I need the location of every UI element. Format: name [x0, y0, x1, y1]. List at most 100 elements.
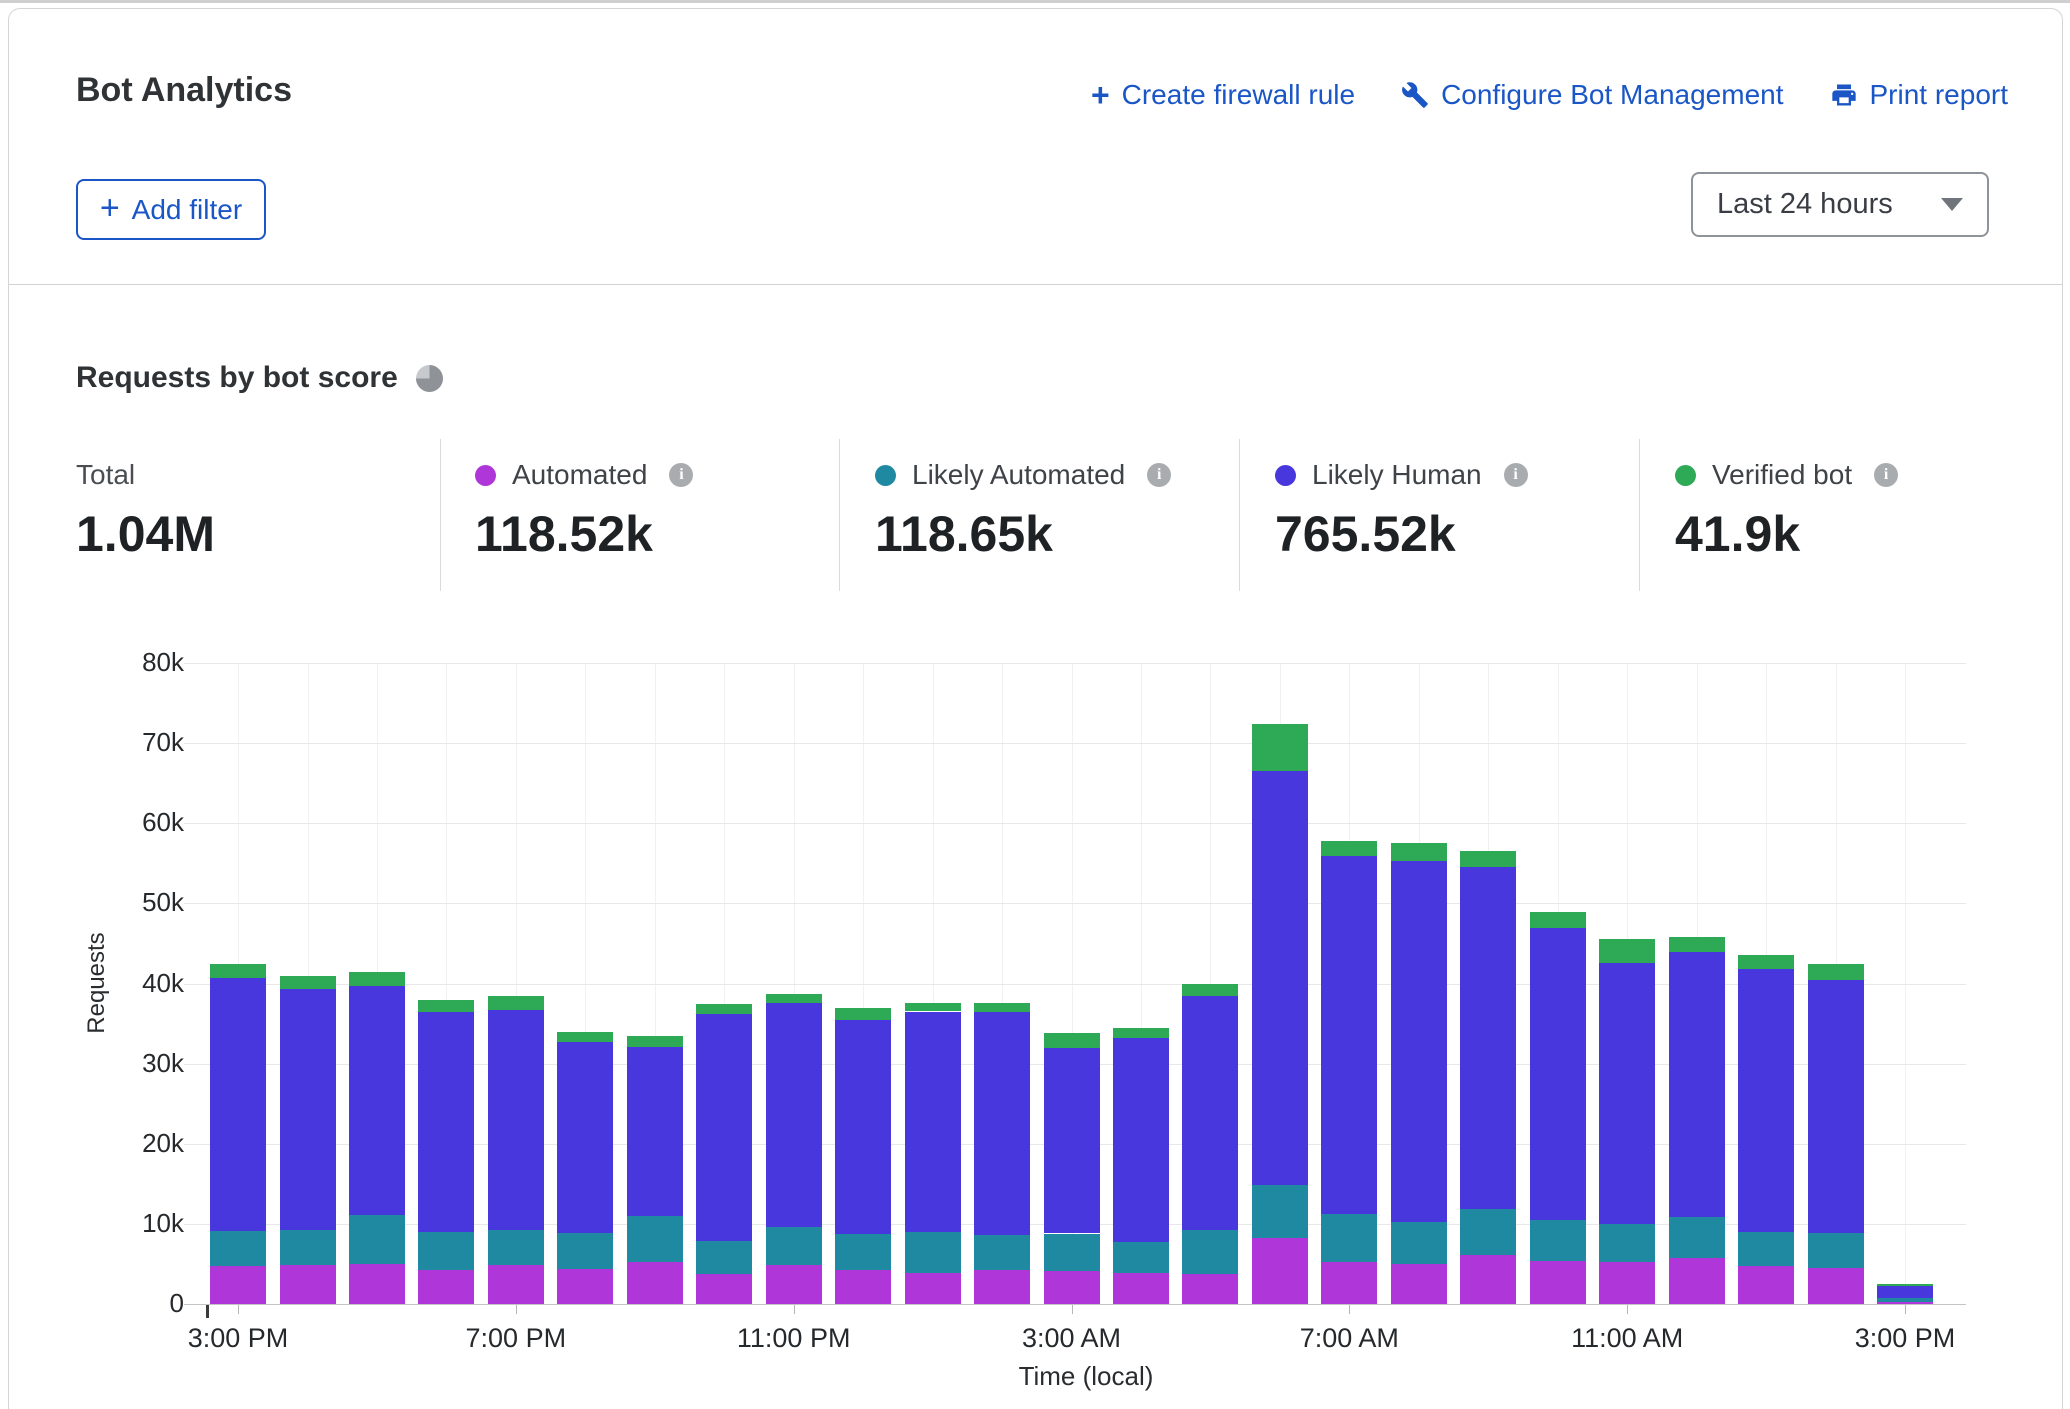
bar-segment-verified_bot[interactable] — [835, 1008, 891, 1020]
bar-segment-automated[interactable] — [1113, 1273, 1169, 1304]
bar-segment-likely_human[interactable] — [1391, 861, 1447, 1222]
bar-segment-likely_automated[interactable] — [280, 1230, 336, 1265]
bar-segment-likely_automated[interactable] — [766, 1227, 822, 1265]
bar-segment-verified_bot[interactable] — [488, 996, 544, 1010]
bar-segment-verified_bot[interactable] — [696, 1004, 752, 1014]
bar-segment-likely_human[interactable] — [1877, 1286, 1933, 1299]
bar-segment-likely_human[interactable] — [1669, 952, 1725, 1216]
bar-segment-verified_bot[interactable] — [1877, 1284, 1933, 1286]
bar-segment-verified_bot[interactable] — [1252, 724, 1308, 771]
bar-segment-verified_bot[interactable] — [1738, 955, 1794, 969]
bar-segment-verified_bot[interactable] — [1530, 912, 1586, 928]
bar-segment-likely_human[interactable] — [1113, 1038, 1169, 1242]
bar-segment-automated[interactable] — [1530, 1261, 1586, 1304]
bar-segment-verified_bot[interactable] — [766, 994, 822, 1003]
bar-segment-automated[interactable] — [1738, 1266, 1794, 1305]
bar-segment-verified_bot[interactable] — [1321, 841, 1377, 856]
bar-segment-likely_human[interactable] — [1252, 771, 1308, 1184]
bar-segment-likely_automated[interactable] — [905, 1232, 961, 1273]
bar-segment-automated[interactable] — [418, 1270, 474, 1305]
bar-segment-likely_automated[interactable] — [557, 1233, 613, 1269]
bar-segment-verified_bot[interactable] — [1182, 984, 1238, 996]
bar-segment-likely_human[interactable] — [1182, 996, 1238, 1231]
bar-segment-automated[interactable] — [1391, 1264, 1447, 1304]
bar-segment-automated[interactable] — [488, 1265, 544, 1304]
bar-segment-automated[interactable] — [1877, 1302, 1933, 1304]
bar-segment-verified_bot[interactable] — [349, 972, 405, 986]
bar-segment-likely_human[interactable] — [1808, 980, 1864, 1233]
bar-segment-likely_automated[interactable] — [1391, 1222, 1447, 1264]
bar-segment-likely_human[interactable] — [766, 1003, 822, 1227]
bar-segment-likely_automated[interactable] — [1738, 1232, 1794, 1266]
bar-segment-likely_human[interactable] — [349, 986, 405, 1215]
bar-segment-verified_bot[interactable] — [1391, 843, 1447, 861]
bar-segment-verified_bot[interactable] — [280, 976, 336, 990]
bar-segment-likely_automated[interactable] — [1460, 1209, 1516, 1256]
bar-segment-likely_human[interactable] — [905, 1012, 961, 1232]
bar-segment-likely_human[interactable] — [835, 1020, 891, 1234]
bar-segment-likely_automated[interactable] — [1321, 1214, 1377, 1261]
bar-segment-automated[interactable] — [905, 1273, 961, 1304]
bar-segment-automated[interactable] — [1599, 1262, 1655, 1304]
bar-segment-automated[interactable] — [1460, 1255, 1516, 1304]
bar-segment-likely_automated[interactable] — [1669, 1217, 1725, 1259]
bar-segment-verified_bot[interactable] — [627, 1036, 683, 1046]
bar-segment-verified_bot[interactable] — [557, 1032, 613, 1042]
bar-segment-likely_automated[interactable] — [210, 1231, 266, 1266]
bar-segment-likely_human[interactable] — [1530, 928, 1586, 1220]
bar-segment-automated[interactable] — [835, 1270, 891, 1305]
bar-segment-automated[interactable] — [210, 1266, 266, 1304]
bar-segment-automated[interactable] — [1044, 1271, 1100, 1304]
bar-segment-likely_human[interactable] — [557, 1042, 613, 1233]
bar-segment-verified_bot[interactable] — [974, 1003, 1030, 1013]
bar-segment-automated[interactable] — [1182, 1274, 1238, 1304]
bar-segment-likely_human[interactable] — [418, 1012, 474, 1232]
bar-segment-automated[interactable] — [280, 1265, 336, 1304]
bar-segment-verified_bot[interactable] — [1808, 964, 1864, 980]
bar-segment-automated[interactable] — [557, 1269, 613, 1304]
bar-segment-likely_human[interactable] — [210, 978, 266, 1231]
bar-segment-likely_human[interactable] — [488, 1010, 544, 1230]
bar-segment-verified_bot[interactable] — [1113, 1028, 1169, 1038]
bar-segment-verified_bot[interactable] — [905, 1003, 961, 1012]
bar-segment-likely_human[interactable] — [1599, 963, 1655, 1224]
bar-segment-likely_human[interactable] — [280, 989, 336, 1230]
bar-segment-likely_human[interactable] — [696, 1014, 752, 1241]
bar-segment-likely_automated[interactable] — [488, 1230, 544, 1265]
bar-segment-automated[interactable] — [974, 1270, 1030, 1304]
bar-segment-automated[interactable] — [627, 1262, 683, 1305]
bar-segment-automated[interactable] — [696, 1274, 752, 1304]
bar-segment-likely_automated[interactable] — [1044, 1234, 1100, 1272]
bar-segment-likely_automated[interactable] — [1808, 1233, 1864, 1268]
bar-segment-likely_human[interactable] — [1044, 1048, 1100, 1233]
bar-segment-likely_automated[interactable] — [696, 1241, 752, 1274]
bar-segment-automated[interactable] — [766, 1265, 822, 1304]
bar-segment-likely_automated[interactable] — [1252, 1185, 1308, 1239]
bar-segment-likely_automated[interactable] — [1530, 1220, 1586, 1261]
bar-segment-automated[interactable] — [1321, 1262, 1377, 1305]
bar-segment-likely_human[interactable] — [974, 1012, 1030, 1235]
bar-segment-likely_human[interactable] — [1738, 969, 1794, 1232]
bar-segment-automated[interactable] — [1669, 1258, 1725, 1304]
bar-segment-likely_automated[interactable] — [1877, 1298, 1933, 1301]
bar-segment-likely_automated[interactable] — [1182, 1230, 1238, 1273]
bar-segment-likely_automated[interactable] — [1599, 1224, 1655, 1263]
bar-segment-automated[interactable] — [349, 1264, 405, 1304]
bar-segment-likely_human[interactable] — [1460, 867, 1516, 1208]
bar-segment-likely_automated[interactable] — [418, 1232, 474, 1270]
bar-segment-automated[interactable] — [1808, 1268, 1864, 1304]
bar-segment-verified_bot[interactable] — [418, 1000, 474, 1013]
bar-segment-verified_bot[interactable] — [1599, 939, 1655, 962]
bar-segment-likely_human[interactable] — [1321, 856, 1377, 1214]
bar-segment-verified_bot[interactable] — [1669, 937, 1725, 952]
bar-segment-verified_bot[interactable] — [210, 964, 266, 978]
bar-segment-likely_automated[interactable] — [349, 1215, 405, 1264]
bar-segment-automated[interactable] — [1252, 1238, 1308, 1304]
bar-segment-likely_automated[interactable] — [1113, 1242, 1169, 1272]
bar-segment-verified_bot[interactable] — [1460, 851, 1516, 867]
bar-segment-likely_automated[interactable] — [835, 1234, 891, 1269]
bar-segment-likely_automated[interactable] — [627, 1216, 683, 1262]
bar-segment-likely_human[interactable] — [627, 1047, 683, 1216]
bar-segment-likely_automated[interactable] — [974, 1235, 1030, 1270]
bar-segment-verified_bot[interactable] — [1044, 1033, 1100, 1048]
